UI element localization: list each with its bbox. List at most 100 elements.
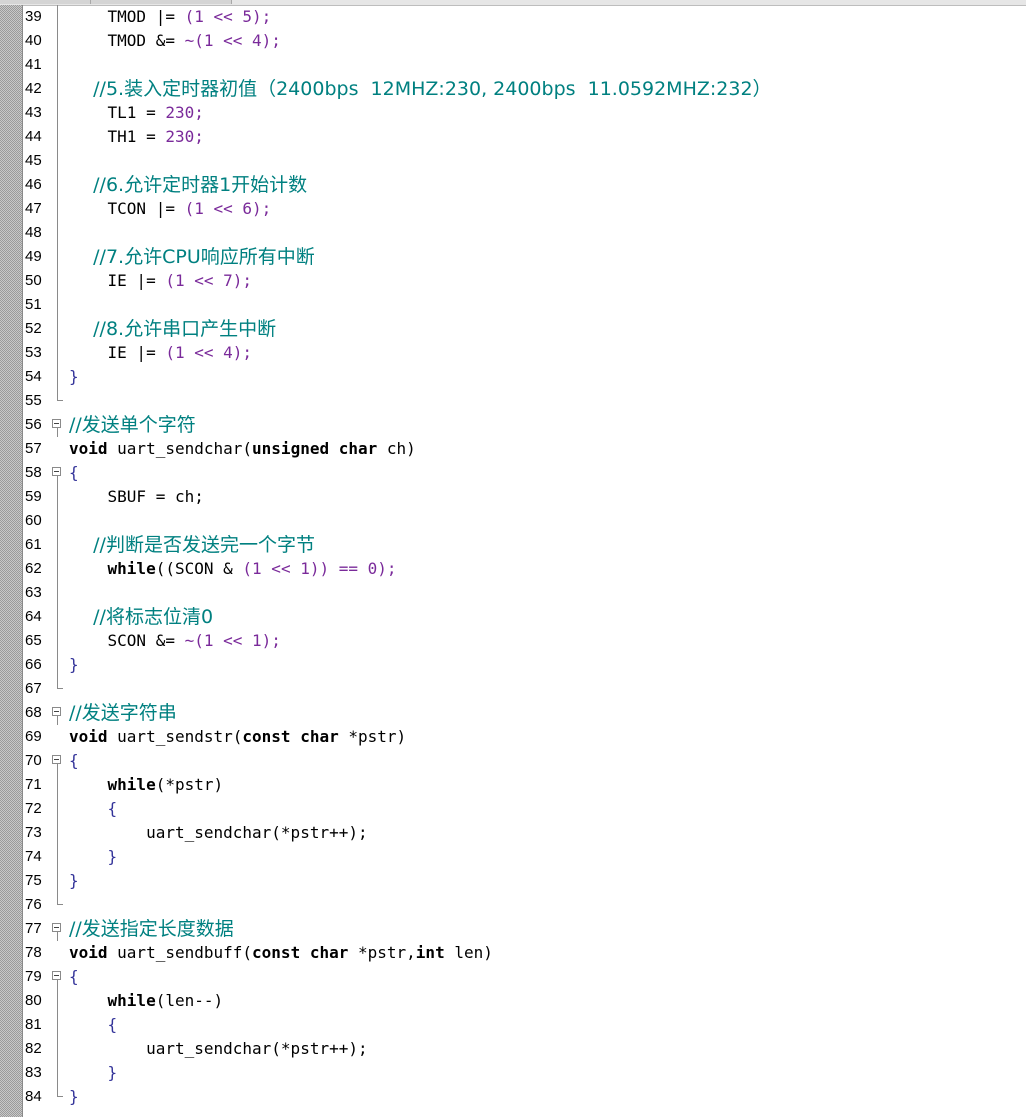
code-text[interactable]: void uart_sendbuff(const char *pstr,int … — [69, 941, 493, 965]
code-line[interactable]: 46 //6.允许定时器1开始计数 — [0, 173, 1026, 197]
code-line[interactable]: 80 while(len--) — [0, 989, 1026, 1013]
code-comment: //发送字符串 — [69, 702, 177, 724]
code-line[interactable]: 53 IE |= (1 << 4); — [0, 341, 1026, 365]
code-line[interactable]: 39 TMOD |= (1 << 5); — [0, 5, 1026, 29]
code-text[interactable]: IE |= (1 << 4); — [69, 341, 253, 365]
fold-collapse-icon[interactable] — [51, 413, 65, 437]
editor-tab[interactable] — [0, 0, 91, 4]
code-line[interactable]: 70 { — [0, 749, 1026, 773]
code-line[interactable]: 42 //5.装入定时器初值（2400bps 12MHZ:230, 2400bp… — [0, 77, 1026, 101]
code-text[interactable]: void uart_sendchar(unsigned char ch) — [69, 437, 416, 461]
code-line[interactable]: 59 SBUF = ch; — [0, 485, 1026, 509]
code-text[interactable]: void uart_sendstr(const char *pstr) — [69, 725, 406, 749]
code-line[interactable]: 60 — [0, 509, 1026, 533]
code-text[interactable]: { — [69, 749, 79, 773]
code-line[interactable]: 79 { — [0, 965, 1026, 989]
code-text[interactable]: SCON &= ~(1 << 1); — [69, 629, 281, 653]
code-text[interactable]: { — [69, 797, 118, 821]
code-text[interactable]: uart_sendchar(*pstr++); — [69, 1037, 368, 1061]
code-text[interactable]: IE |= (1 << 7); — [69, 269, 253, 293]
code-text[interactable]: } — [69, 653, 79, 677]
code-line[interactable]: 61 //判断是否发送完一个字节 — [0, 533, 1026, 557]
code-text[interactable]: //7.允许CPU响应所有中断 — [69, 245, 315, 269]
code-text[interactable]: } — [69, 1085, 79, 1109]
code-line[interactable]: 66} — [0, 653, 1026, 677]
code-comment: //8.允许串口产生中断 — [69, 318, 277, 340]
fold-collapse-icon[interactable] — [51, 461, 65, 485]
code-line[interactable]: 82 uart_sendchar(*pstr++); — [0, 1037, 1026, 1061]
code-line[interactable]: 55 — [0, 389, 1026, 413]
code-line[interactable]: 57 void uart_sendchar(unsigned char ch) — [0, 437, 1026, 461]
code-line[interactable]: 83 } — [0, 1061, 1026, 1085]
code-text[interactable]: { — [69, 461, 79, 485]
code-comment: //7.允许CPU响应所有中断 — [69, 246, 315, 268]
editor-tab[interactable] — [91, 0, 232, 4]
code-text[interactable]: //6.允许定时器1开始计数 — [69, 173, 307, 197]
code-line[interactable]: 41 — [0, 53, 1026, 77]
code-line[interactable]: 72 { — [0, 797, 1026, 821]
code-line[interactable]: 68 //发送字符串 — [0, 701, 1026, 725]
code-text[interactable]: while(len--) — [69, 989, 224, 1013]
code-text[interactable]: TL1 = 230; — [69, 101, 204, 125]
code-text[interactable]: } — [69, 869, 79, 893]
fold-collapse-icon[interactable] — [51, 965, 65, 989]
code-line[interactable]: 50 IE |= (1 << 7); — [0, 269, 1026, 293]
code-line[interactable]: 56 //发送单个字符 — [0, 413, 1026, 437]
code-lines[interactable]: 39 TMOD |= (1 << 5); 40 TMOD &= ~(1 << 4)… — [0, 5, 1026, 1109]
code-text[interactable]: } — [69, 1061, 118, 1085]
code-line[interactable]: 67 — [0, 677, 1026, 701]
code-line[interactable]: 78 void uart_sendbuff(const char *pstr,in… — [0, 941, 1026, 965]
code-line[interactable]: 71 while(*pstr) — [0, 773, 1026, 797]
line-number: 48 — [25, 224, 42, 241]
code-line[interactable]: 45 — [0, 149, 1026, 173]
code-text[interactable]: { — [69, 965, 79, 989]
code-text[interactable]: TMOD &= ~(1 << 4); — [69, 29, 281, 53]
code-line[interactable]: 40 TMOD &= ~(1 << 4); — [0, 29, 1026, 53]
code-line[interactable]: 74 } — [0, 845, 1026, 869]
code-text[interactable]: SBUF = ch; — [69, 485, 204, 509]
code-text[interactable]: while((SCON & (1 << 1)) == 0); — [69, 557, 397, 581]
fold-guide-line — [51, 5, 65, 29]
code-text[interactable]: { — [69, 1013, 118, 1037]
code-line[interactable]: 43 TL1 = 230; — [0, 101, 1026, 125]
code-line[interactable]: 77 //发送指定长度数据 — [0, 917, 1026, 941]
code-text[interactable]: //8.允许串口产生中断 — [69, 317, 276, 341]
fold-collapse-icon[interactable] — [51, 701, 65, 725]
code-line[interactable]: 48 — [0, 221, 1026, 245]
fold-collapse-icon[interactable] — [51, 749, 65, 773]
code-text[interactable]: while(*pstr) — [69, 773, 224, 797]
code-line[interactable]: 75} — [0, 869, 1026, 893]
code-text[interactable]: } — [69, 845, 118, 869]
code-line[interactable]: 81 { — [0, 1013, 1026, 1037]
code-line[interactable]: 73 uart_sendchar(*pstr++); — [0, 821, 1026, 845]
code-line[interactable]: 44 TH1 = 230; — [0, 125, 1026, 149]
code-text[interactable]: //将标志位清0 — [69, 605, 213, 629]
fold-guide-line — [51, 869, 65, 893]
fold-collapse-icon[interactable] — [51, 917, 65, 941]
line-number: 39 — [25, 8, 42, 25]
code-text[interactable]: //5.装入定时器初值（2400bps 12MHZ:230, 2400bps 1… — [69, 77, 771, 101]
code-line[interactable]: 84} — [0, 1085, 1026, 1109]
code-line[interactable]: 52 //8.允许串口产生中断 — [0, 317, 1026, 341]
code-text[interactable]: //发送字符串 — [69, 701, 177, 725]
code-text[interactable]: TH1 = 230; — [69, 125, 204, 149]
code-line[interactable]: 63 — [0, 581, 1026, 605]
code-line[interactable]: 76 — [0, 893, 1026, 917]
code-editor[interactable]: 39 TMOD |= (1 << 5); 40 TMOD &= ~(1 << 4)… — [0, 0, 1026, 1117]
code-line[interactable]: 51 — [0, 293, 1026, 317]
code-line[interactable]: 62 while((SCON & (1 << 1)) == 0); — [0, 557, 1026, 581]
code-text[interactable]: TCON |= (1 << 6); — [69, 197, 272, 221]
code-text[interactable]: //发送指定长度数据 — [69, 917, 234, 941]
code-line[interactable]: 47 TCON |= (1 << 6); — [0, 197, 1026, 221]
code-text[interactable]: //判断是否发送完一个字节 — [69, 533, 315, 557]
code-text[interactable]: //发送单个字符 — [69, 413, 196, 437]
code-text[interactable]: uart_sendchar(*pstr++); — [69, 821, 368, 845]
code-line[interactable]: 58 { — [0, 461, 1026, 485]
code-text[interactable]: TMOD |= (1 << 5); — [69, 5, 272, 29]
code-line[interactable]: 65 SCON &= ~(1 << 1); — [0, 629, 1026, 653]
code-line[interactable]: 64 //将标志位清0 — [0, 605, 1026, 629]
code-text[interactable]: } — [69, 365, 79, 389]
code-line[interactable]: 54} — [0, 365, 1026, 389]
code-line[interactable]: 69 void uart_sendstr(const char *pstr) — [0, 725, 1026, 749]
code-line[interactable]: 49 //7.允许CPU响应所有中断 — [0, 245, 1026, 269]
